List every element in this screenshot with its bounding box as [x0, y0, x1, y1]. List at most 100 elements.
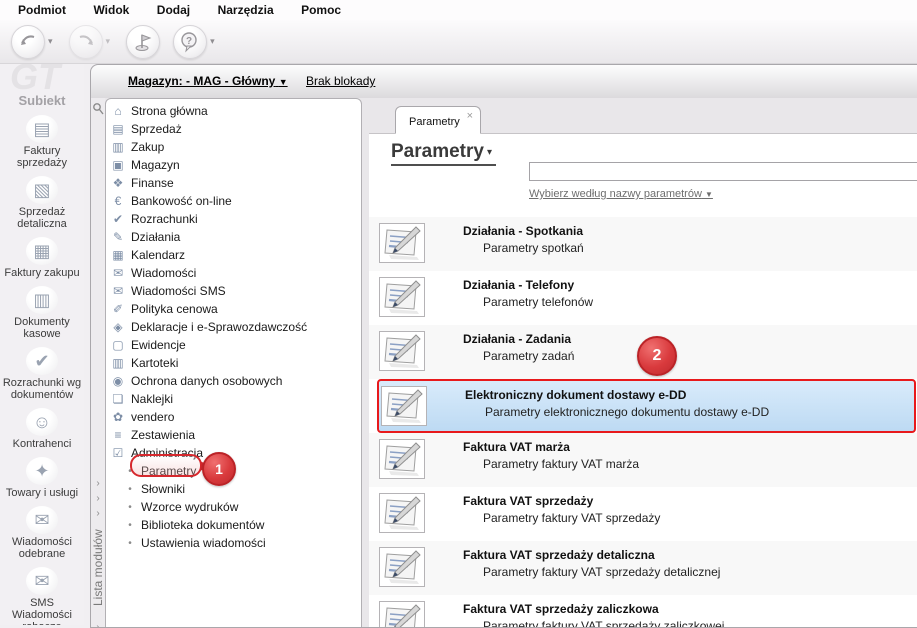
tree-items: ⌂ Strona główna ▤ Sprzedaż ▥ Zakup ▣ Mag… [106, 102, 361, 552]
tree-item[interactable]: ☑ Administracja [106, 444, 361, 462]
page-title-menu[interactable]: Parametry ▾ [391, 141, 496, 166]
tree-item[interactable]: ▥ Kartoteki [106, 354, 361, 372]
parameter-row-text: Faktura VAT sprzedaży Parametry faktury … [463, 487, 660, 541]
lock-status-link[interactable]: Brak blokady [306, 74, 375, 88]
parameter-row[interactable]: Faktura VAT sprzedaży zaliczkowa Paramet… [369, 595, 917, 627]
svg-text:?: ? [186, 36, 192, 47]
parameter-subtitle: Parametry faktury VAT sprzedaży zaliczko… [483, 619, 725, 627]
module-item[interactable]: ▥ Dokumenty kasowe [0, 283, 84, 344]
flag-button[interactable] [126, 24, 161, 59]
subiekt-logo: GT Subiekt [0, 64, 84, 112]
module-item[interactable]: ▧ Sprzedaż detaliczna [0, 173, 84, 234]
tree-item-label: vendero [131, 410, 175, 424]
module-item[interactable]: ✉ SMS Wiadomości robocze [0, 564, 84, 625]
module-item[interactable]: ✔ Rozrachunki wg dokumentów [0, 344, 84, 405]
close-icon[interactable]: × [467, 110, 473, 122]
tree-item-icon: ≡ [114, 428, 122, 442]
help-button[interactable]: ? [173, 24, 208, 59]
module-item[interactable]: ▤ Faktury sprzedaży [0, 112, 84, 173]
tree-item[interactable]: ✿ vendero [106, 408, 361, 426]
tree-item-label: Biblioteka dokumentów [141, 518, 265, 532]
tree-item-label: Deklaracje i e-Sprawozdawczość [131, 320, 308, 334]
tree-item[interactable]: ✉ Wiadomości SMS [106, 282, 361, 300]
tree-item-label: Zakup [131, 140, 165, 154]
parameter-row[interactable]: Działania - Spotkania Parametry spotkań [369, 217, 917, 271]
module-icon: ✦ [26, 457, 58, 485]
parameter-subtitle: Parametry spotkań [483, 241, 584, 255]
parameter-doc-icon [379, 331, 425, 371]
tree-item[interactable]: ▣ Magazyn [106, 156, 361, 174]
parameter-subtitle: Parametry telefonów [483, 295, 594, 309]
tree-item-icon: ▥ [112, 356, 124, 370]
tree-item[interactable]: ◉ Ochrona danych osobowych [106, 372, 361, 390]
tree-item[interactable]: ❖ Finanse [106, 174, 361, 192]
parameter-row[interactable]: Działania - Telefony Parametry telefonów [369, 271, 917, 325]
tree-item[interactable]: • Parametry [106, 462, 361, 480]
filter-by-name-link[interactable]: Wybierz według nazwy parametrów ▼ [529, 188, 713, 200]
logo-text: Subiekt [18, 93, 66, 108]
module-item[interactable]: ✦ Towary i usługi [0, 454, 84, 503]
tree-item[interactable]: • Ustawienia wiadomości [106, 534, 361, 552]
chevron-down-icon[interactable]: ▾ [48, 36, 53, 47]
tree-item[interactable]: ▤ Sprzedaż [106, 120, 361, 138]
chevron-down-icon[interactable]: ▾ [106, 36, 111, 47]
tree-item-label: Wzorce wydruków [141, 500, 239, 514]
menu-item[interactable]: Pomoc [291, 1, 351, 20]
menu-item[interactable]: Dodaj [147, 1, 200, 20]
tree-item-label: Zestawienia [131, 428, 196, 442]
menu-item[interactable]: Widok [83, 1, 139, 20]
module-item[interactable]: ☺ Kontrahenci [0, 405, 84, 454]
module-icon: ▥ [26, 286, 58, 314]
tree-item[interactable]: • Biblioteka dokumentów [106, 516, 361, 534]
tree-item[interactable]: ≡ Zestawienia [106, 426, 361, 444]
tree-item[interactable]: ▦ Kalendarz [106, 246, 361, 264]
menu-bar: Podmiot Widok Dodaj Narzędzia Pomoc [0, 0, 917, 20]
chevron-right-icons: ››› [96, 622, 100, 628]
tree-item[interactable]: € Bankowość on-line [106, 192, 361, 210]
forward-arrow-button[interactable] [68, 24, 103, 59]
tree-item-icon: ▦ [112, 248, 124, 262]
tree-item[interactable]: • Słowniki [106, 480, 361, 498]
tab-parametry[interactable]: Parametry × [395, 106, 481, 134]
tree-item[interactable]: ▥ Zakup [106, 138, 361, 156]
parameter-row[interactable]: Elektroniczny dokument dostawy e-DD Para… [377, 379, 916, 433]
tree-item[interactable]: ❏ Naklejki [106, 390, 361, 408]
tab-strip: Parametry × [369, 98, 917, 134]
module-collapse-strip[interactable]: ››› Lista modułów ››› [91, 98, 105, 627]
help-bubble-icon: ? [179, 31, 201, 53]
tree-item[interactable]: ◈ Deklaracje i e-Sprawozdawczość [106, 318, 361, 336]
tree-item[interactable]: ✎ Działania [106, 228, 361, 246]
forward-arrow-icon [75, 31, 97, 53]
tree-item-label: Polityka cenowa [131, 302, 218, 316]
parameter-search-input[interactable] [529, 162, 917, 181]
tree-item-label: Strona główna [131, 104, 208, 118]
content-area: Parametry × Parametry ▾ Wybierz według n… [369, 98, 917, 627]
menu-item[interactable]: Narzędzia [208, 1, 284, 20]
tree-item[interactable]: ▢ Ewidencje [106, 336, 361, 354]
tree-item-icon: ✔ [112, 212, 124, 226]
tree-item[interactable]: ✐ Polityka cenowa [106, 300, 361, 318]
tree-item[interactable]: ⌂ Strona główna [106, 102, 361, 120]
module-item[interactable]: ▦ Faktury zakupu [0, 234, 84, 283]
parameter-row[interactable]: Faktura VAT sprzedaży detaliczna Paramet… [369, 541, 917, 595]
chevron-down-icon[interactable]: ▾ [210, 36, 215, 47]
pin-icon[interactable] [92, 102, 104, 116]
tree-item-icon: ▣ [112, 158, 124, 172]
operations-arrow-button[interactable] [11, 24, 45, 59]
parameter-row[interactable]: Faktura VAT marża Parametry faktury VAT … [369, 433, 917, 487]
parameter-subtitle: Parametry faktury VAT sprzedaży [483, 511, 661, 525]
parameter-doc-icon [379, 223, 425, 263]
parameter-title: Faktura VAT sprzedaży [463, 494, 594, 508]
tree-item[interactable]: ✔ Rozrachunki [106, 210, 361, 228]
menu-item[interactable]: Podmiot [8, 1, 76, 20]
parameter-row[interactable]: Działania - Zadania Parametry zadań [369, 325, 917, 379]
subiekt-gt-window: { "menu": { "items": ["Podmiot", "Widok"… [0, 0, 917, 628]
tree-item-icon: ▢ [112, 338, 124, 352]
tree-item[interactable]: ✉ Wiadomości [106, 264, 361, 282]
parameter-row[interactable]: Faktura VAT sprzedaży Parametry faktury … [369, 487, 917, 541]
module-icon: ✉ [26, 567, 58, 595]
tree-item[interactable]: • Wzorce wydruków [106, 498, 361, 516]
tree-item-icon: € [114, 194, 122, 208]
warehouse-selector-link[interactable]: Magazyn: - MAG - Główny ▼ [128, 74, 288, 88]
module-item[interactable]: ✉ Wiadomości odebrane [0, 503, 84, 564]
